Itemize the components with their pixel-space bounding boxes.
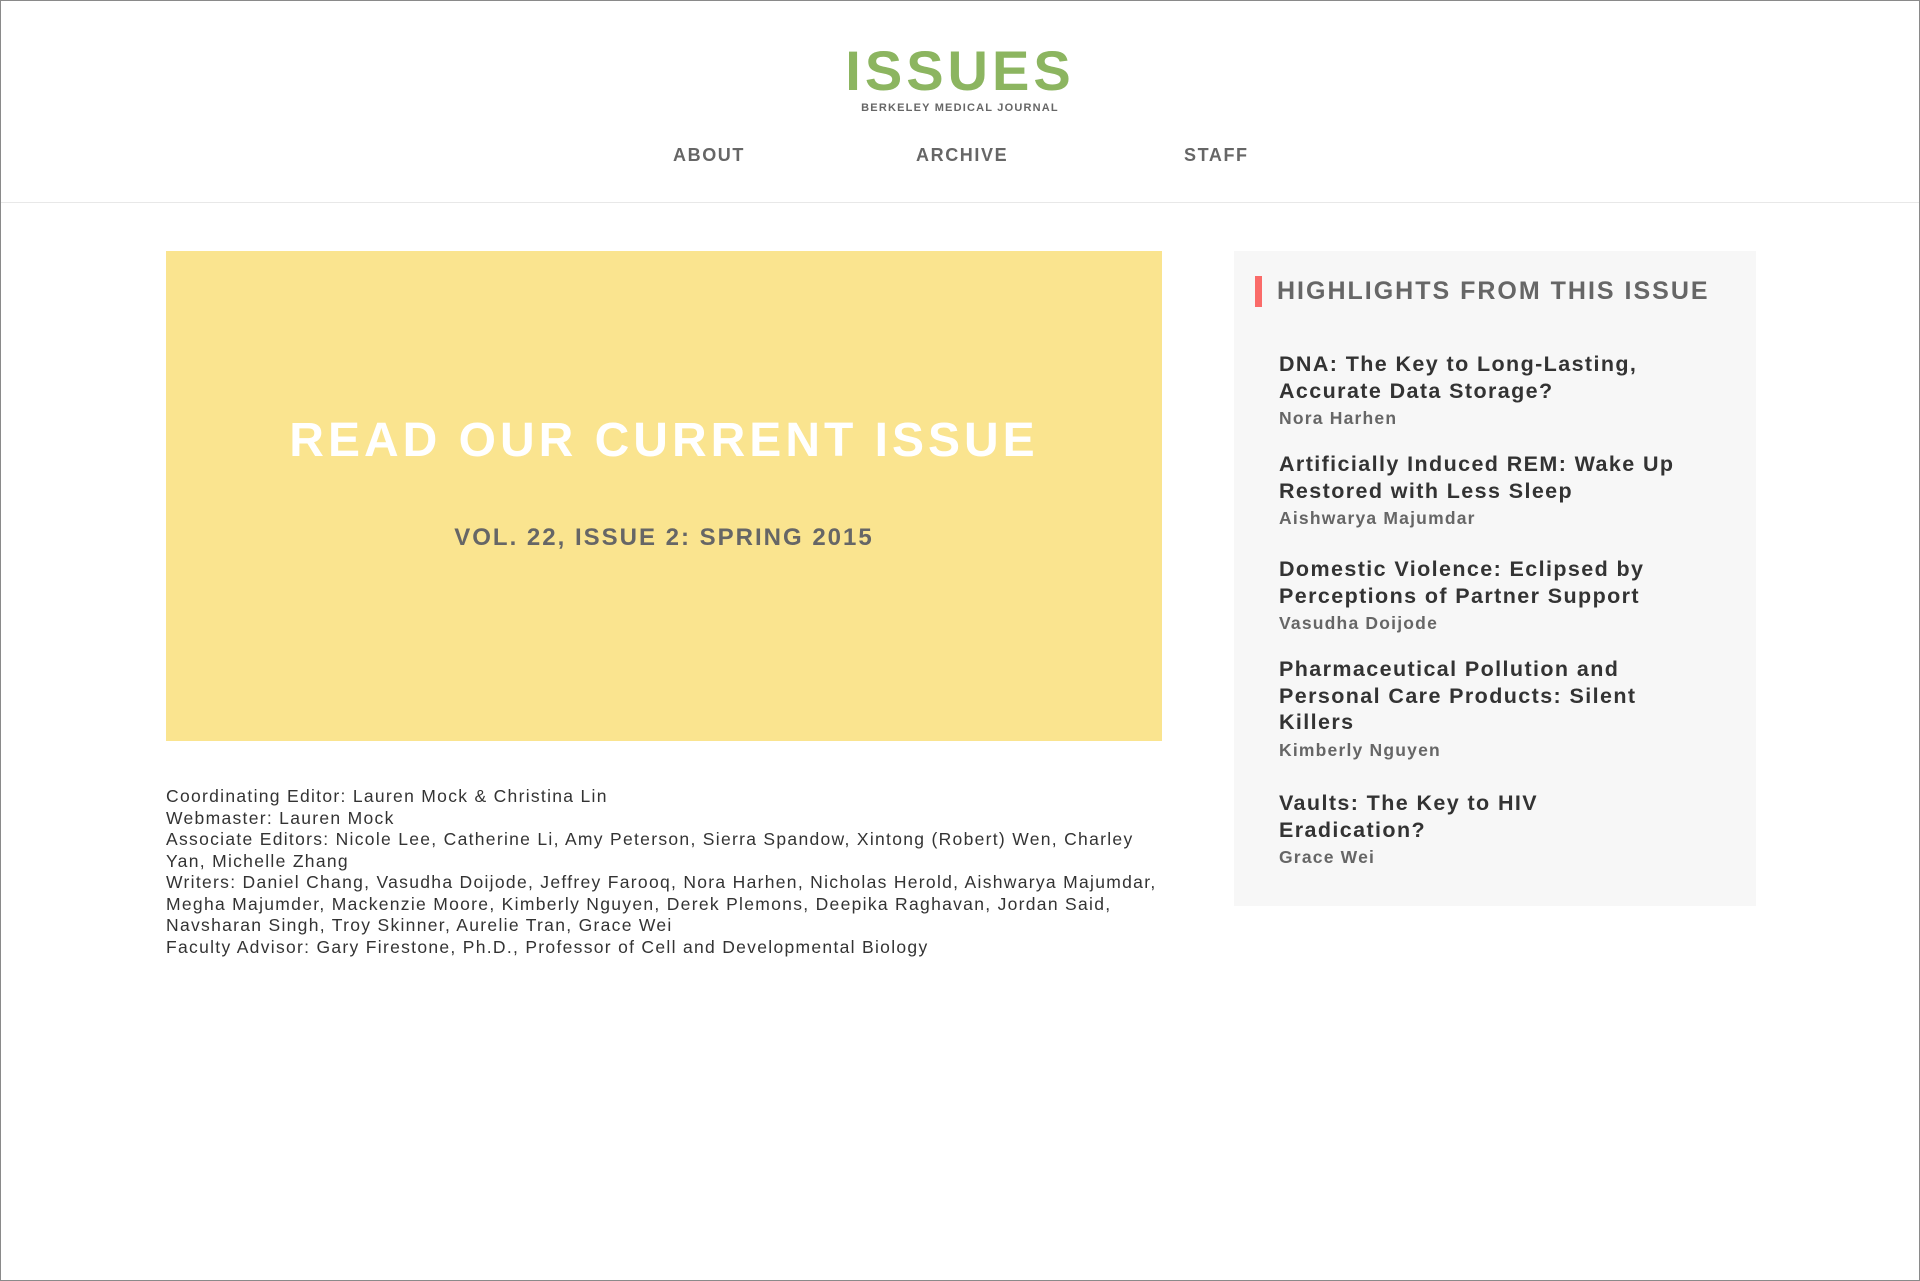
highlight-article[interactable]: Domestic Violence: Eclipsed by Perceptio… (1279, 556, 1679, 635)
article-author: Aishwarya Majumdar (1279, 508, 1476, 528)
logo-subtitle: BERKELEY MEDICAL JOURNAL (861, 102, 1059, 114)
current-issue-volume: VOL. 22, ISSUE 2: SPRING 2015 (454, 524, 874, 551)
nav-link-about[interactable]: ABOUT (673, 142, 745, 168)
article-author: Kimberly Nguyen (1279, 739, 1441, 760)
highlight-article[interactable]: Artificially Induced REM: Wake Up Restor… (1279, 451, 1679, 530)
article-title: DNA: The Key to Long-Lasting, Accurate D… (1279, 352, 1638, 403)
main-nav: ABOUT ARCHIVE STAFF (1, 142, 1919, 168)
highlights-sidebar: HIGHLIGHTS FROM THIS ISSUE DNA: The Key … (1234, 251, 1756, 906)
article-title: Artificially Induced REM: Wake Up Restor… (1279, 452, 1675, 503)
article-title: Pharmaceutical Pollution and Personal Ca… (1279, 657, 1637, 734)
article-author: Nora Harhen (1279, 408, 1398, 428)
article-title: Domestic Violence: Eclipsed by Perceptio… (1279, 557, 1645, 608)
current-issue-banner[interactable]: READ OUR CURRENT ISSUE VOL. 22, ISSUE 2:… (166, 251, 1162, 741)
highlight-article[interactable]: Pharmaceutical Pollution and Personal Ca… (1279, 656, 1679, 762)
article-title: Vaults: The Key to HIV Eradication? (1279, 791, 1538, 842)
credit-coordinating-editor: Coordinating Editor: Lauren Mock & Chris… (166, 786, 608, 806)
heading-accent-bar (1255, 276, 1262, 307)
article-author: Grace Wei (1279, 847, 1376, 867)
nav-link-staff[interactable]: STAFF (1184, 142, 1249, 168)
nav-link-archive[interactable]: ARCHIVE (916, 142, 1008, 168)
highlights-heading: HIGHLIGHTS FROM THIS ISSUE (1277, 277, 1710, 305)
logo-title: ISSUES (845, 39, 1075, 102)
article-author: Vasudha Doijode (1279, 613, 1438, 633)
current-issue-title: READ OUR CURRENT ISSUE (289, 414, 1039, 467)
staff-credits: Coordinating Editor: Lauren Mock & Chris… (166, 786, 1166, 958)
credit-faculty-advisor: Faculty Advisor: Gary Firestone, Ph.D., … (166, 936, 929, 957)
highlight-article[interactable]: DNA: The Key to Long-Lasting, Accurate D… (1279, 351, 1679, 430)
site-logo[interactable]: ISSUES BERKELEY MEDICAL JOURNAL (1, 39, 1919, 115)
page: ISSUES BERKELEY MEDICAL JOURNAL ABOUT AR… (0, 0, 1920, 1281)
credit-webmaster: Webmaster: Lauren Mock (166, 807, 395, 828)
credit-writers: Writers: Daniel Chang, Vasudha Doijode, … (166, 872, 1157, 935)
site-header: ISSUES BERKELEY MEDICAL JOURNAL ABOUT AR… (1, 1, 1919, 203)
highlight-article[interactable]: Vaults: The Key to HIV Eradication? Grac… (1279, 790, 1679, 869)
credit-associate-editors: Associate Editors: Nicole Lee, Catherine… (166, 829, 1134, 871)
